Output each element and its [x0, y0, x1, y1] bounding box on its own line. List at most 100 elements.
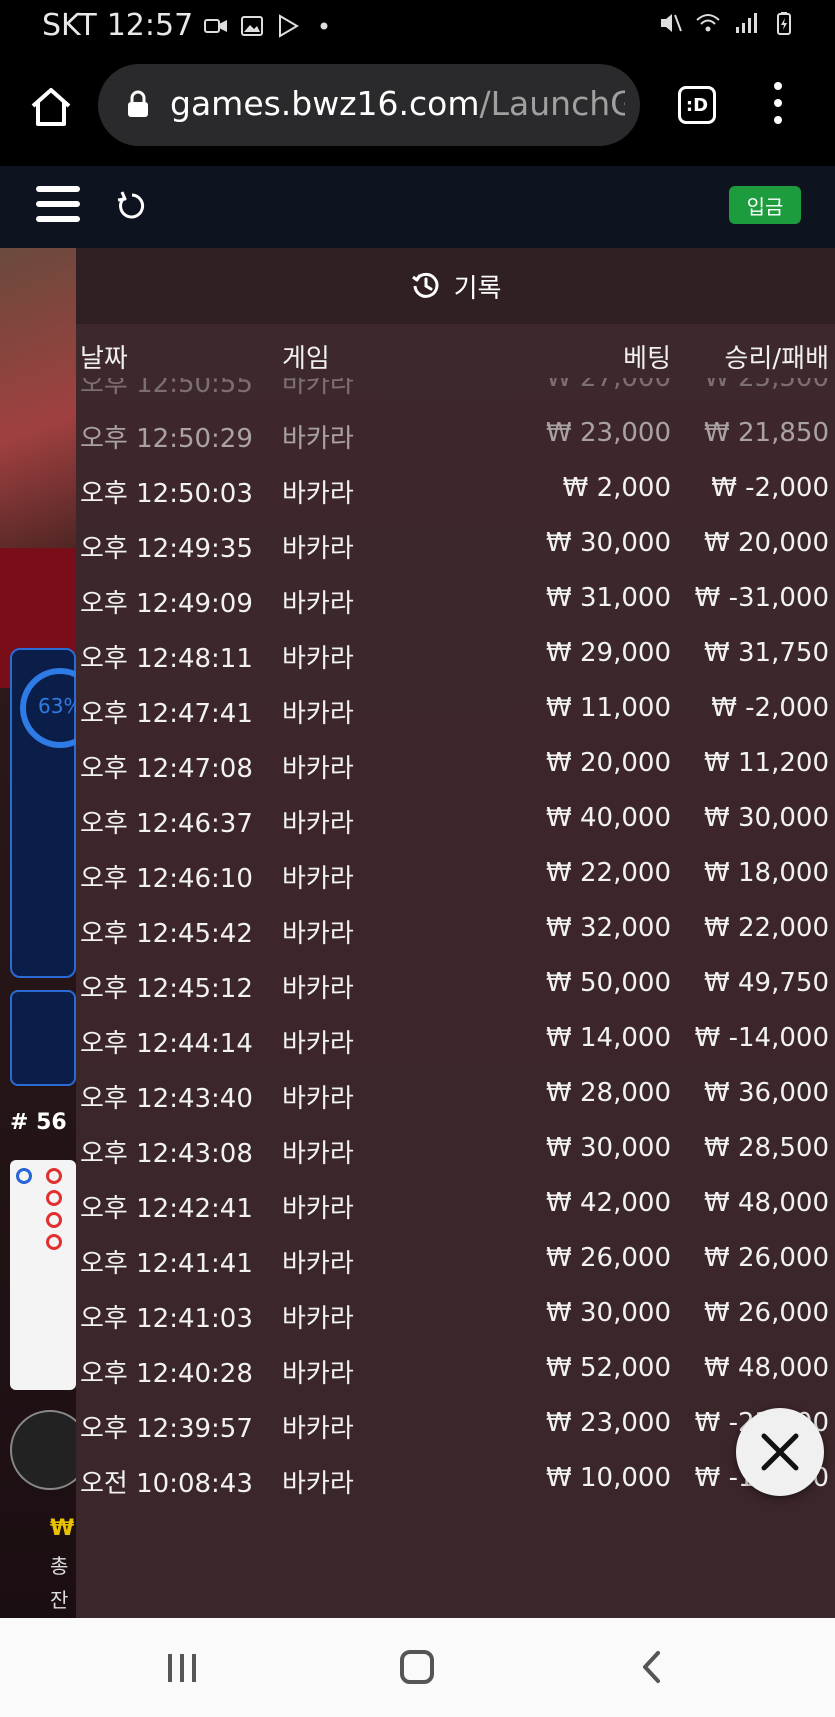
row-bet: ₩ 30,000	[546, 1133, 671, 1163]
history-row: 오후 12:49:35 바카라 ₩ 30,000 ₩ 20,000	[76, 516, 835, 576]
row-date: 오후 12:49:09	[80, 589, 253, 619]
history-row: 오후 12:50:03 바카라 ₩ 2,000 ₩ -2,000	[76, 461, 835, 521]
history-row: 오후 12:40:28 바카라 ₩ 52,000 ₩ 48,000	[76, 1341, 835, 1401]
row-bet: ₩ 52,000	[546, 1353, 671, 1383]
row-game: 바카라	[282, 699, 354, 729]
tab-switcher-button[interactable]: :D	[678, 86, 716, 124]
carrier-label: SKT	[42, 8, 97, 43]
history-row: 오전 10:08:43바카라₩ 10,000₩ -10,000	[76, 1451, 835, 1511]
row-game: 바카라	[282, 1359, 354, 1389]
column-header-game: 게임	[282, 344, 330, 374]
row-date: 오후 12:42:41	[80, 1194, 253, 1224]
currency-symbol: ₩	[50, 1516, 75, 1541]
row-game: 바카라	[282, 754, 354, 784]
row-bet: ₩ 42,000	[546, 1188, 671, 1218]
row-date: 오후 12:47:41	[80, 699, 253, 729]
screen: SKT 12:57 games.bwz16.com/LaunchG :D 입금 …	[0, 0, 835, 1717]
row-result: ₩ 22,000	[704, 913, 829, 943]
row-date: 오후 12:45:42	[80, 919, 253, 949]
row-bet: ₩ 27,000	[546, 378, 671, 393]
row-game: 바카라	[282, 919, 354, 949]
round-number: # 56	[10, 1110, 67, 1135]
row-result: ₩ 25,500	[704, 378, 829, 393]
row-date: 오후 12:39:57	[80, 1414, 253, 1444]
image-icon	[241, 15, 264, 36]
history-row: 오후 12:47:08 바카라 ₩ 20,000 ₩ 11,200	[76, 736, 835, 796]
browser-menu-icon[interactable]	[768, 82, 788, 130]
row-game: 바카라	[282, 1249, 354, 1279]
home-nav-icon[interactable]	[400, 1650, 434, 1684]
history-row: 오후 12:46:37 바카라 ₩ 40,000 ₩ 30,000	[76, 791, 835, 851]
row-result: ₩ 20,000	[704, 528, 829, 558]
deposit-button[interactable]: 입금	[729, 186, 801, 224]
history-row: 오후 12:44:14 바카라 ₩ 14,000 ₩ -14,000	[76, 1011, 835, 1071]
home-icon[interactable]	[28, 84, 74, 130]
row-result: ₩ 28,500	[704, 1133, 829, 1163]
history-list[interactable]: 오후 12:50:55 바카라 ₩ 27,000 ₩ 25,500 오후 12:50:2…	[76, 378, 835, 1618]
row-bet: ₩ 11,000	[546, 693, 671, 723]
history-row: 오후 12:50:29 바카라 ₩ 23,000 ₩ 21,850	[76, 406, 835, 466]
bet-panel-secondary[interactable]	[10, 990, 76, 1086]
row-result: ₩ 48,000	[704, 1353, 829, 1383]
row-date: 오후 12:41:41	[80, 1249, 253, 1279]
back-icon[interactable]	[640, 1650, 664, 1684]
row-date: 오후 12:43:40	[80, 1084, 253, 1114]
row-bet: ₩ 23,000	[546, 1408, 671, 1438]
column-header-result: 승리/패배	[724, 344, 829, 374]
row-bet: ₩ 14,000	[546, 1023, 671, 1053]
row-game: 바카라	[282, 974, 354, 1004]
refresh-icon[interactable]	[114, 188, 150, 224]
dot-icon	[320, 22, 328, 29]
status-bar: SKT 12:57	[0, 0, 835, 52]
chip-button[interactable]	[10, 1410, 76, 1490]
row-date: 오후 12:49:35	[80, 534, 253, 564]
row-game: 바카라	[282, 1084, 354, 1114]
status-right	[657, 10, 797, 36]
row-date: 오후 12:50:55	[80, 378, 253, 399]
row-bet: ₩ 30,000	[546, 528, 671, 558]
history-row: 오후 12:41:41 바카라 ₩ 26,000 ₩ 26,000	[76, 1231, 835, 1291]
row-date: 오후 12:41:03	[80, 1304, 253, 1334]
menu-icon[interactable]	[36, 186, 80, 224]
row-result: ₩ 26,000	[704, 1243, 829, 1273]
history-row: 오후 12:48:11 바카라 ₩ 29,000 ₩ 31,750	[76, 626, 835, 686]
bead-road	[10, 1160, 76, 1390]
balance-label: 잔	[50, 1588, 69, 1612]
row-game: 바카라	[282, 424, 354, 454]
recent-apps-icon[interactable]	[168, 1654, 198, 1682]
close-button[interactable]	[736, 1408, 824, 1496]
game-left-strip: 63% # 56 ₩ 총 잔	[0, 248, 76, 1618]
row-bet: ₩ 50,000	[546, 968, 671, 998]
video-icon	[204, 18, 228, 33]
progress-percent: 63%	[38, 694, 76, 718]
row-result: ₩ 48,000	[704, 1188, 829, 1218]
row-bet: ₩ 30,000	[546, 1298, 671, 1328]
history-row: 오후 12:43:08 바카라 ₩ 30,000 ₩ 28,500	[76, 1121, 835, 1181]
history-row: 오후 12:45:12 바카라 ₩ 50,000 ₩ 49,750	[76, 956, 835, 1016]
history-row: 오후 12:47:41 바카라 ₩ 11,000 ₩ -2,000	[76, 681, 835, 741]
row-bet: ₩ 23,000	[546, 418, 671, 448]
row-game: 바카라	[282, 1469, 354, 1499]
row-result: ₩ -2,000	[711, 693, 829, 723]
row-bet: ₩ 32,000	[546, 913, 671, 943]
history-icon	[411, 272, 439, 298]
row-game: 바카라	[282, 1139, 354, 1169]
row-game: 바카라	[282, 1304, 354, 1334]
row-date: 오후 12:50:03	[80, 479, 253, 509]
row-game: 바카라	[282, 864, 354, 894]
url-path: /LaunchG	[479, 84, 625, 123]
url-bar[interactable]: games.bwz16.com/LaunchG	[98, 64, 640, 146]
row-game: 바카라	[282, 1414, 354, 1444]
battery-icon	[777, 12, 791, 35]
row-result: ₩ 11,200	[704, 748, 829, 778]
row-date: 오후 12:47:08	[80, 754, 253, 784]
lock-icon	[128, 90, 148, 117]
column-header-date: 날짜	[80, 344, 128, 374]
history-row: 오후 12:45:42 바카라 ₩ 32,000 ₩ 22,000	[76, 901, 835, 961]
row-game: 바카라	[282, 1194, 354, 1224]
row-game: 바카라	[282, 809, 354, 839]
row-result: ₩ -14,000	[694, 1023, 829, 1053]
history-row: 오후 12:46:10 바카라 ₩ 22,000 ₩ 18,000	[76, 846, 835, 906]
history-title: 기록	[453, 273, 502, 304]
row-game: 바카라	[282, 1029, 354, 1059]
